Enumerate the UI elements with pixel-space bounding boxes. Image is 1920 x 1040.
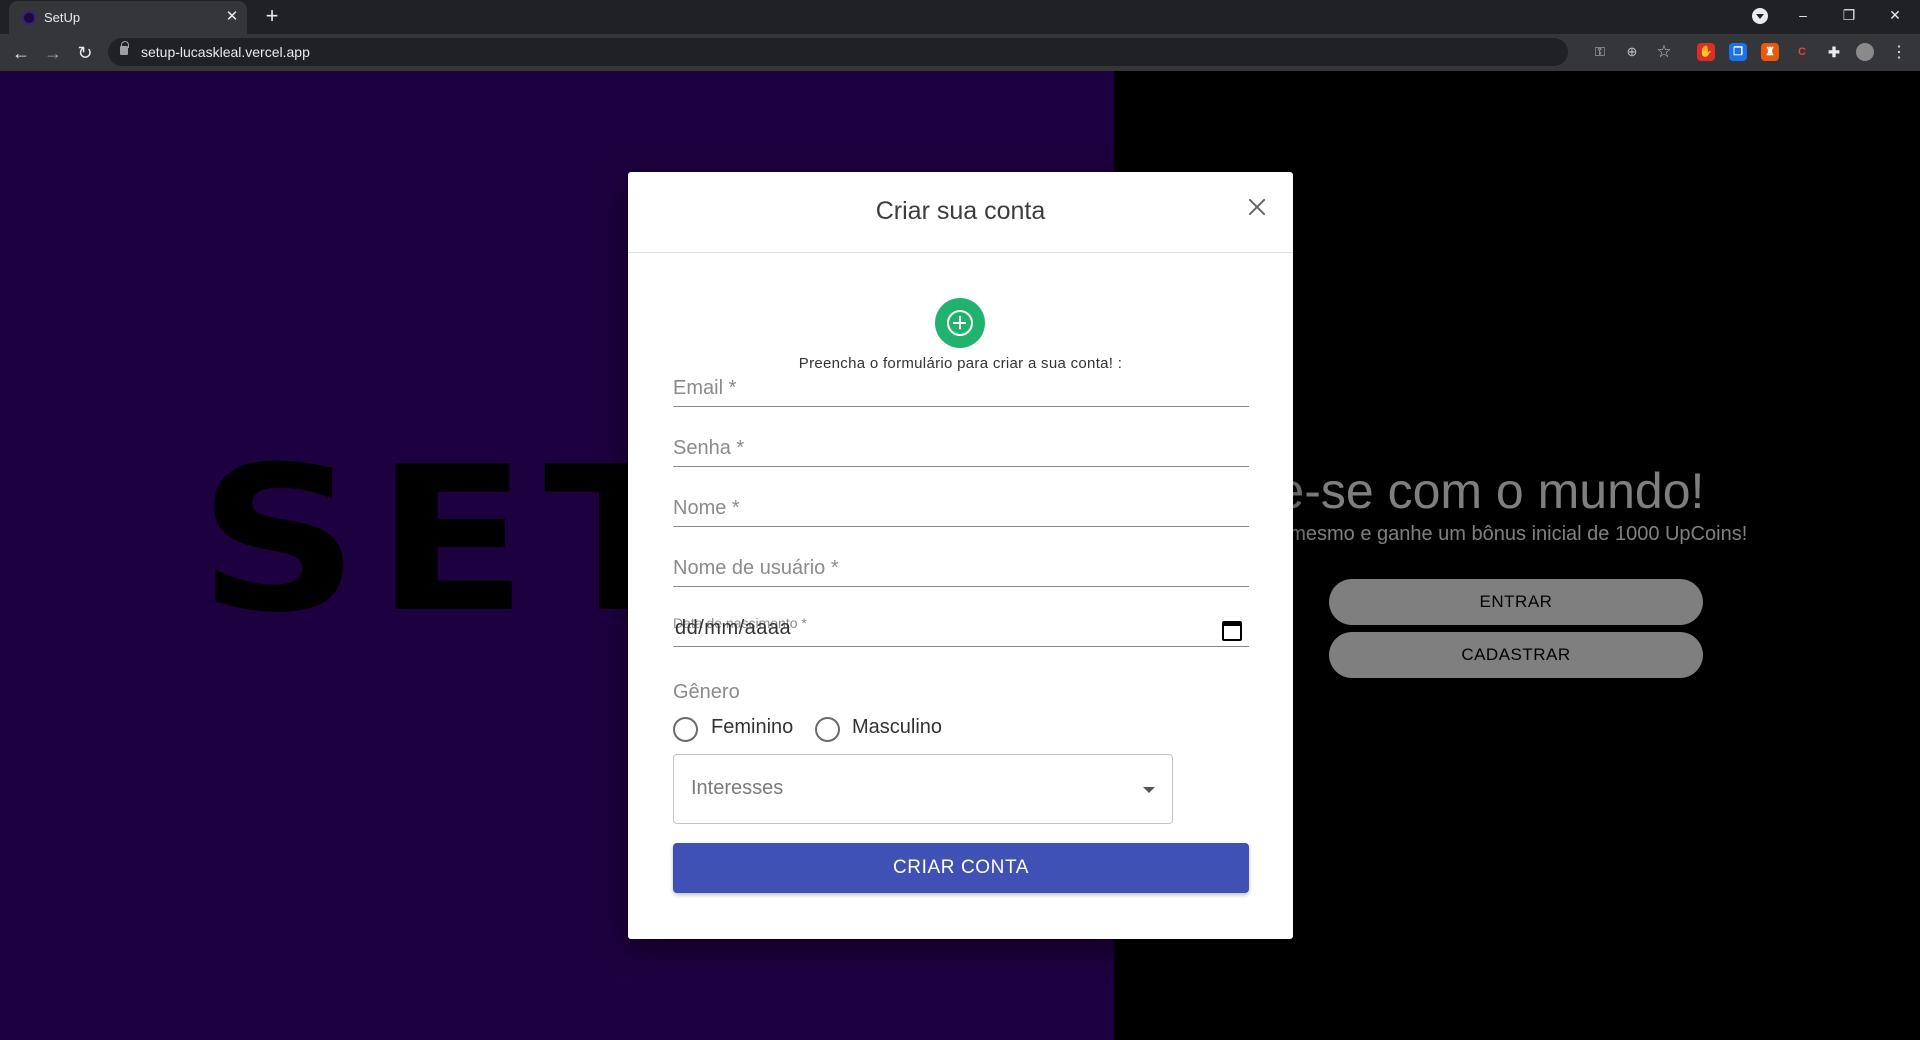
radio-feminino-label[interactable]: Feminino: [711, 716, 793, 739]
browser-toolbar: ← → ↻ setup-lucaskleal.vercel.app ⚿ ⊕ ☆ …: [0, 34, 1920, 71]
birthdate-value: dd/mm/aaaa: [675, 617, 792, 639]
email-field[interactable]: Email *: [673, 363, 1249, 407]
calendar-icon[interactable]: [1222, 621, 1242, 641]
create-account-modal: Criar sua conta Preencha o formulário pa…: [628, 172, 1293, 939]
zoom-icon[interactable]: ⊕: [1622, 42, 1642, 62]
password-label: Senha *: [673, 437, 745, 459]
email-label: Email *: [673, 377, 737, 399]
tab-strip: SetUp ✕ + – ❐ ✕: [0, 0, 1920, 34]
back-icon[interactable]: ←: [8, 40, 34, 66]
extension-orange-icon[interactable]: ♜: [1761, 43, 1779, 61]
radio-masculino-label[interactable]: Masculino: [852, 716, 942, 739]
radio-feminino[interactable]: [673, 717, 698, 742]
add-circle-icon: [947, 310, 973, 336]
site-favicon-icon: [22, 11, 36, 25]
username-label: Nome de usuário *: [673, 557, 839, 579]
new-tab-button[interactable]: +: [260, 5, 284, 29]
modal-header: Criar sua conta: [628, 172, 1293, 253]
restore-button[interactable]: ❐: [1826, 0, 1872, 31]
dropdown-arrow-icon: [1143, 787, 1155, 793]
extension-adblock-icon[interactable]: ✋: [1697, 43, 1715, 61]
forward-icon[interactable]: →: [40, 40, 66, 66]
close-window-button[interactable]: ✕: [1872, 0, 1918, 31]
add-photo-button[interactable]: [935, 298, 985, 348]
radio-masculino[interactable]: [815, 717, 840, 742]
close-icon[interactable]: [1242, 192, 1272, 222]
username-field[interactable]: Nome de usuário *: [673, 543, 1249, 587]
star-icon[interactable]: ☆: [1654, 42, 1674, 62]
menu-kebab-icon[interactable]: ⋮: [1886, 40, 1912, 66]
tab-search-icon[interactable]: [1752, 8, 1768, 24]
reload-icon[interactable]: ↻: [72, 40, 98, 66]
password-field[interactable]: Senha *: [673, 423, 1249, 467]
tab-title: SetUp: [44, 10, 81, 25]
modal-title: Criar sua conta: [875, 197, 1046, 225]
tab-close-icon[interactable]: ✕: [223, 8, 241, 26]
url-text: setup-lucaskleal.vercel.app: [141, 44, 310, 60]
minimize-button[interactable]: –: [1780, 0, 1826, 31]
page: SET Conecte-se com o mundo! Cadastre-se …: [0, 71, 1920, 1040]
browser-tab[interactable]: SetUp ✕: [9, 1, 247, 34]
name-field[interactable]: Nome *: [673, 483, 1249, 527]
interests-select[interactable]: Interesses: [673, 754, 1173, 824]
extension-blue-icon[interactable]: ❐: [1729, 43, 1747, 61]
create-account-button[interactable]: CRIAR CONTA: [673, 843, 1249, 893]
birthdate-field[interactable]: dd/mm/aaaa: [673, 602, 1249, 647]
gender-label: Gênero: [673, 681, 740, 703]
key-icon[interactable]: ⚿: [1590, 42, 1610, 62]
lock-icon[interactable]: [120, 41, 129, 55]
name-label: Nome *: [673, 497, 740, 519]
address-bar[interactable]: setup-lucaskleal.vercel.app ⚿ ⊕ ☆: [108, 38, 1672, 66]
browser-chrome: SetUp ✕ + – ❐ ✕ ← → ↻ setup-lucaskleal.v…: [0, 0, 1920, 71]
extensions-puzzle-icon[interactable]: ✚: [1825, 43, 1843, 61]
extension-c-icon[interactable]: C: [1793, 43, 1811, 61]
profile-avatar-icon[interactable]: [1856, 43, 1874, 61]
interests-placeholder: Interesses: [691, 777, 784, 799]
